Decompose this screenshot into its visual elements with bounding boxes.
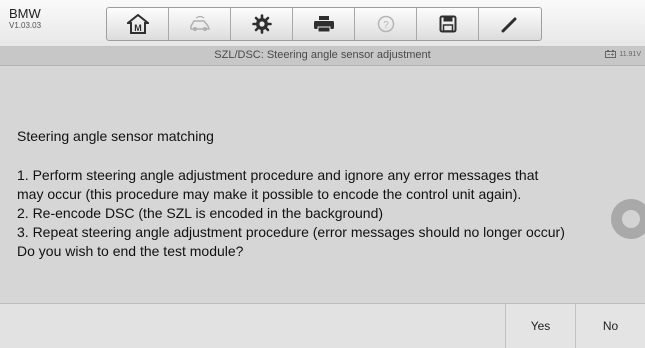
brand-block: BMW V1.03.03 [9, 7, 41, 31]
message-line: 3. Repeat steering angle adjustment proc… [17, 224, 565, 240]
save-icon [439, 15, 456, 33]
gear-icon [251, 14, 272, 34]
help-icon: ? [377, 15, 394, 33]
message-line: Do you wish to end the test module? [17, 243, 244, 259]
message-heading: Steering angle sensor matching [17, 128, 214, 144]
message-body: Steering angle sensor matching 1. Perfor… [17, 127, 642, 261]
battery-status: 11.91V [605, 50, 641, 58]
title-bar: SZL/DSC: Steering angle sensor adjustmen… [0, 47, 645, 66]
page-title: SZL/DSC: Steering angle sensor adjustmen… [214, 49, 431, 61]
vehicle-swap-icon [189, 15, 210, 31]
no-button[interactable]: No [575, 304, 645, 348]
home-icon: M [126, 14, 149, 34]
svg-text:?: ? [383, 20, 389, 31]
footer-bar: Yes No [0, 303, 645, 348]
toolbar: M ? [106, 7, 542, 41]
save-button[interactable] [417, 8, 479, 40]
yes-button[interactable]: Yes [505, 304, 575, 348]
message-line: 1. Perform steering angle adjustment pro… [17, 167, 539, 183]
home-button[interactable]: M [107, 8, 169, 40]
brand-name: BMW [9, 6, 41, 21]
pen-icon [501, 17, 517, 33]
edit-button[interactable] [479, 8, 541, 40]
message-line: 2. Re-encode DSC (the SZL is encoded in … [17, 205, 384, 221]
message-line: may occur (this procedure may make it po… [17, 186, 522, 202]
floating-button-dot [622, 210, 640, 228]
settings-button[interactable] [231, 8, 293, 40]
top-bar: BMW V1.03.03 M ? [0, 0, 645, 47]
print-button[interactable] [293, 8, 355, 40]
floating-assist-button[interactable] [611, 199, 645, 239]
help-button[interactable]: ? [355, 8, 417, 40]
vehicle-swap-button[interactable] [169, 8, 231, 40]
print-icon [313, 16, 334, 33]
battery-icon [605, 50, 617, 58]
battery-voltage: 11.91V [619, 50, 641, 58]
software-version: V1.03.03 [9, 21, 42, 30]
svg-text:M: M [134, 23, 142, 33]
